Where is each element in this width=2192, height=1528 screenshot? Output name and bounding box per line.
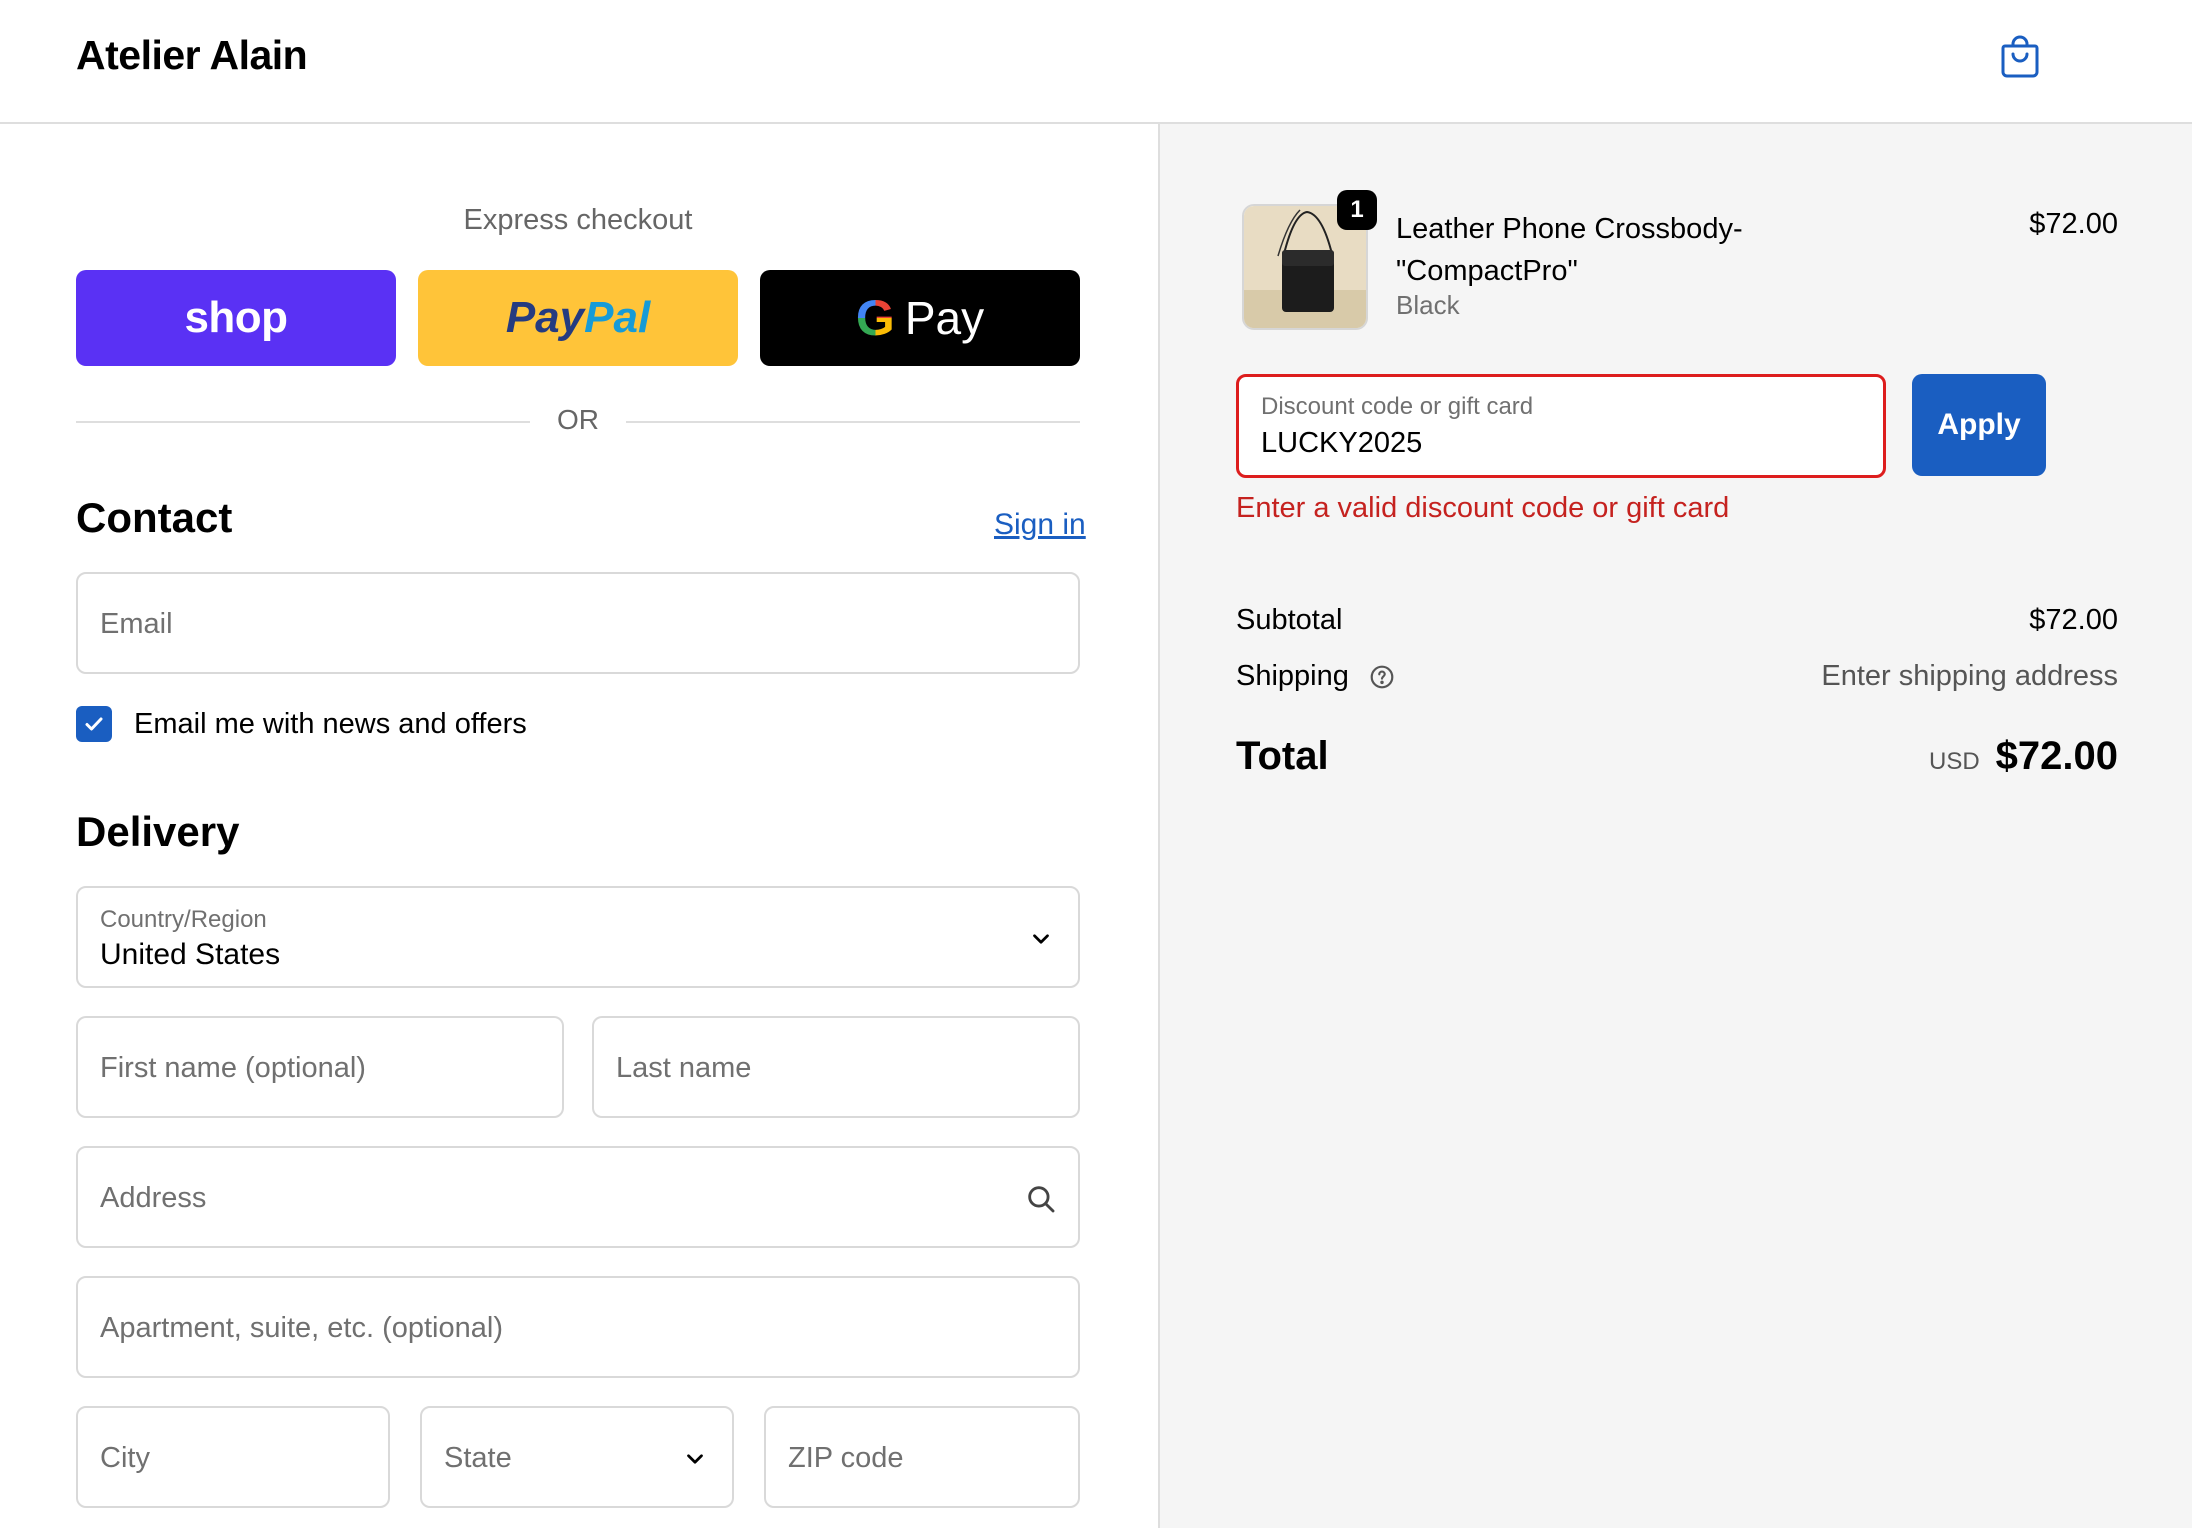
paypal-button[interactable]: Pay Pal xyxy=(418,270,738,366)
first-name-placeholder: First name (optional) xyxy=(100,1052,366,1084)
checkout-form-panel: Express checkout shop Pay Pal G Pay OR Co… xyxy=(0,124,1158,1528)
store-brand[interactable]: Atelier Alain xyxy=(76,32,308,79)
shopping-bag-icon[interactable] xyxy=(1996,32,2044,80)
first-name-field[interactable]: First name (optional) xyxy=(76,1016,564,1118)
quantity-badge: 1 xyxy=(1337,190,1377,230)
last-name-placeholder: Last name xyxy=(616,1052,752,1084)
shop-pay-label: shop xyxy=(184,293,288,342)
or-label: OR xyxy=(557,404,599,435)
google-pay-label: Pay xyxy=(904,292,985,344)
email-field[interactable]: Email xyxy=(76,572,1080,674)
newsletter-label: Email me with news and offers xyxy=(134,707,527,740)
newsletter-option[interactable]: Email me with news and offers xyxy=(76,704,527,744)
shop-pay-button[interactable]: shop xyxy=(76,270,396,366)
product-price: $72.00 xyxy=(2029,208,2118,240)
subtotal-label: Subtotal xyxy=(1236,604,1343,636)
total-label: Total xyxy=(1236,734,1329,778)
address-placeholder: Address xyxy=(100,1182,207,1214)
shipping-label: Shipping xyxy=(1236,660,1349,692)
delivery-heading: Delivery xyxy=(76,808,240,855)
total-amount: USD $72.00 xyxy=(1929,734,2118,779)
total-value: $72.00 xyxy=(1995,734,2118,778)
country-region-value: United States xyxy=(100,938,281,971)
google-pay-button[interactable]: G Pay xyxy=(760,270,1080,366)
checkmark-icon xyxy=(85,717,103,731)
discount-code-value: LUCKY2025 xyxy=(1261,427,1423,459)
country-region-select[interactable]: Country/Region United States xyxy=(76,886,1080,988)
email-placeholder: Email xyxy=(100,608,173,640)
or-divider: OR xyxy=(76,404,1080,440)
apply-discount-button[interactable]: Apply xyxy=(1912,374,2046,476)
discount-error-message: Enter a valid discount code or gift card xyxy=(1236,492,1730,524)
express-checkout-title: Express checkout xyxy=(463,204,693,236)
state-placeholder: State xyxy=(444,1442,512,1474)
google-g-icon: G xyxy=(855,290,895,346)
city-placeholder: City xyxy=(100,1442,150,1474)
shipping-row: Shipping xyxy=(1236,660,1395,693)
shipping-value: Enter shipping address xyxy=(1821,660,2118,692)
sign-in-link[interactable]: Sign in xyxy=(994,508,1086,542)
product-name: Leather Phone Crossbody-"CompactPro" xyxy=(1396,213,1743,287)
paypal-label-pal: Pal xyxy=(584,293,651,342)
last-name-field[interactable]: Last name xyxy=(592,1016,1080,1118)
chevron-down-icon xyxy=(687,1454,703,1464)
help-circle-icon[interactable] xyxy=(1369,664,1395,690)
currency-code: USD xyxy=(1928,748,1980,775)
header: Atelier Alain xyxy=(0,0,2192,124)
state-select[interactable]: State xyxy=(420,1406,734,1508)
city-field[interactable]: City xyxy=(76,1406,390,1508)
address-field[interactable]: Address xyxy=(76,1146,1080,1248)
subtotal-value: $72.00 xyxy=(2029,604,2118,636)
discount-code-label: Discount code or gift card xyxy=(1261,393,1534,420)
product-variant: Black xyxy=(1396,290,1460,320)
apartment-placeholder: Apartment, suite, etc. (optional) xyxy=(100,1312,503,1344)
order-summary-panel: 1 Leather Phone Crossbody-"CompactPro" B… xyxy=(1158,124,2192,1528)
country-region-label: Country/Region xyxy=(100,906,267,933)
newsletter-checkbox[interactable] xyxy=(76,706,112,742)
zip-code-placeholder: ZIP code xyxy=(788,1442,904,1474)
apartment-field[interactable]: Apartment, suite, etc. (optional) xyxy=(76,1276,1080,1378)
paypal-label-pay: Pay xyxy=(505,293,585,342)
chevron-down-icon xyxy=(1033,934,1049,944)
search-icon[interactable] xyxy=(1024,1182,1058,1216)
zip-code-field[interactable]: ZIP code xyxy=(764,1406,1080,1508)
discount-code-input[interactable]: Discount code or gift card LUCKY2025 xyxy=(1236,374,1886,478)
contact-heading: Contact xyxy=(76,494,233,541)
